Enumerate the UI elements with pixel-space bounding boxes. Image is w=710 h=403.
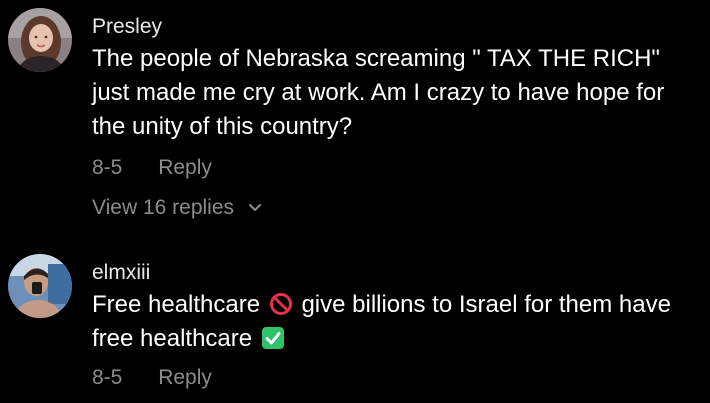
comment-username[interactable]: elmxiii [92,260,150,286]
avatar[interactable] [8,254,72,318]
avatar[interactable] [8,8,72,72]
comment-date: 8-5 [92,366,123,389]
no-entry-sign-icon [269,292,293,316]
comment-text-part1: Free healthcare [92,291,261,318]
view-replies-button[interactable]: View 16 replies [92,195,262,221]
check-mark-button-icon [261,326,285,350]
comment-text: The people of Nebraska screaming " TAX T… [92,45,665,140]
view-replies-label: View 16 replies [92,196,235,219]
comment-item: elmxiii Free healthcare give billions to… [0,248,710,403]
chevron-down-icon [248,194,262,220]
comment-date: 8-5 [92,156,123,179]
comment-meta: 8-5 Reply [92,155,212,181]
reply-button[interactable]: Reply [158,365,212,391]
comment-text: Free healthcare give billions to Israel … [92,288,702,356]
reply-button[interactable]: Reply [158,155,212,181]
comment-item: Presley The people of Nebraska screaming… [0,0,710,230]
comment-username[interactable]: Presley [92,14,162,40]
comment-meta: 8-5 Reply [92,365,212,391]
